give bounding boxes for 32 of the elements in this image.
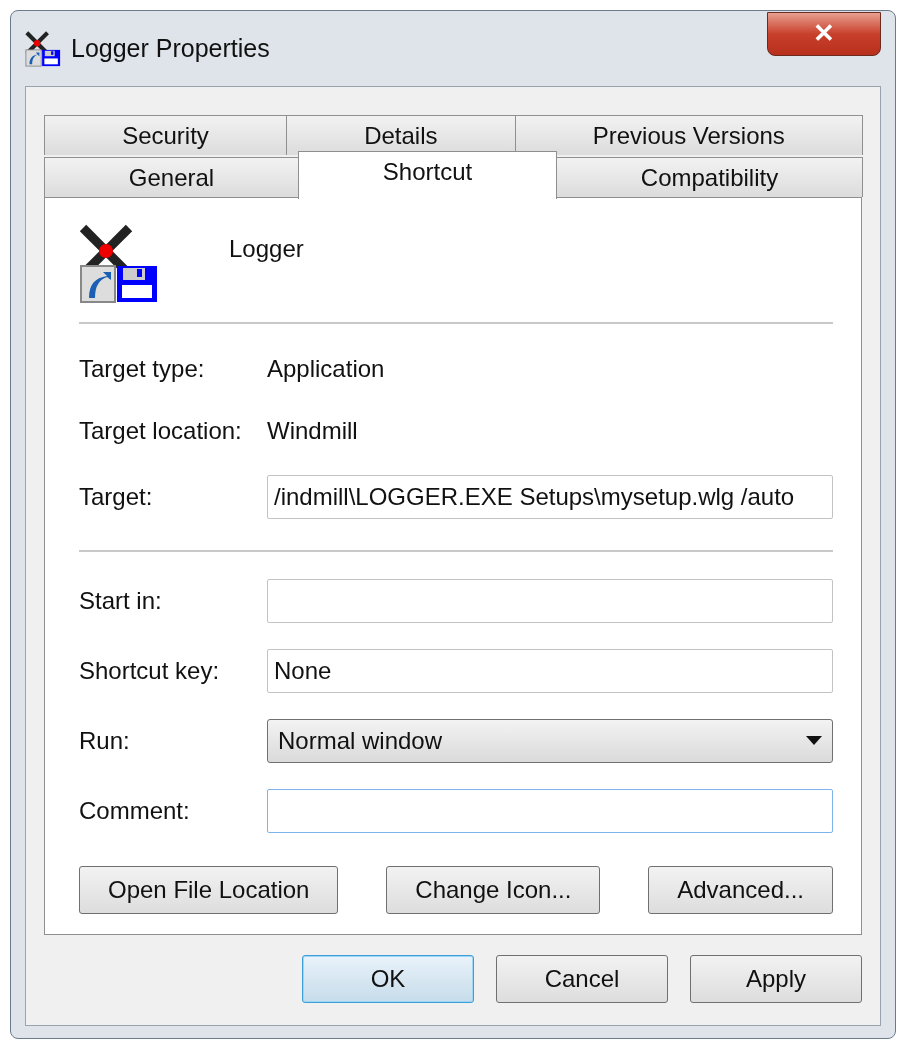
caret-icon	[806, 736, 822, 746]
dialog-button[interactable]: Apply	[690, 955, 862, 1003]
tab[interactable]: Compatibility	[556, 157, 863, 197]
action-button[interactable]: Change Icon...	[386, 866, 601, 914]
field-value: Application	[267, 355, 385, 383]
shortcut-name: Logger	[229, 235, 304, 263]
tab[interactable]: General	[44, 157, 299, 197]
windmill-shortcut-icon	[79, 224, 159, 304]
action-button[interactable]: Open File Location	[79, 866, 339, 914]
field-value: Windmill	[267, 417, 358, 445]
tab[interactable]: Shortcut	[298, 151, 557, 199]
close-button[interactable]: ✕	[767, 11, 881, 56]
text-field[interactable]: None	[267, 649, 833, 693]
text-field[interactable]	[267, 579, 833, 623]
tab[interactable]: Security	[44, 115, 287, 155]
run-dropdown[interactable]: Normal window	[267, 719, 833, 763]
text-field[interactable]	[267, 789, 833, 833]
window-title: Logger Properties	[71, 34, 271, 63]
text-field[interactable]: /indmill\LOGGER.EXE Setups\mysetup.wlg /auto	[267, 475, 833, 519]
dialog-button[interactable]: Cancel	[496, 955, 668, 1003]
dialog-button[interactable]: OK	[302, 955, 474, 1003]
field-label: Target location:	[79, 417, 243, 445]
field-label: Comment:	[79, 797, 191, 825]
tab[interactable]: Details	[286, 115, 516, 155]
windmill-shortcut-icon	[25, 30, 61, 67]
field-label: Start in:	[79, 587, 163, 615]
tab[interactable]: Previous Versions	[514, 115, 863, 155]
action-button[interactable]: Advanced...	[648, 866, 833, 914]
field-label: Shortcut key:	[79, 657, 221, 685]
field-label: Target:	[79, 483, 154, 511]
field-label: Run:	[79, 727, 131, 755]
field-label: Target type:	[79, 355, 206, 383]
